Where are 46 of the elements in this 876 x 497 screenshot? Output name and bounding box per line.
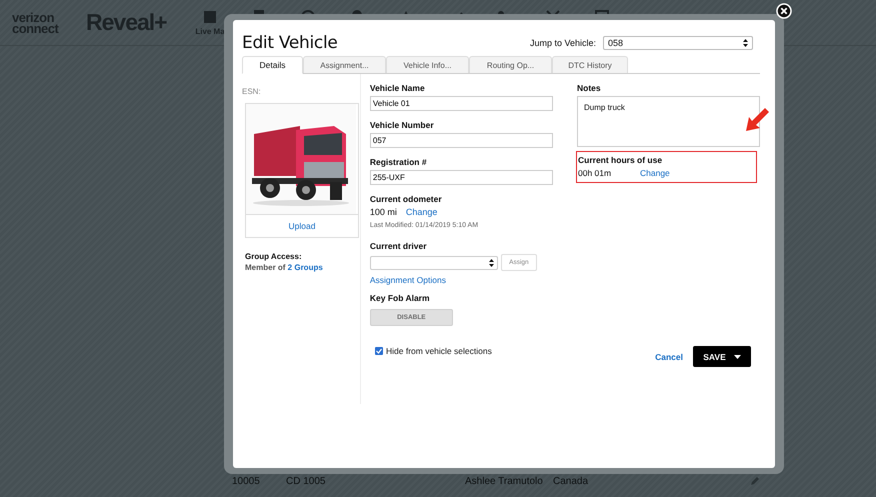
field-label: Current odometer [370, 194, 443, 204]
field-label: Vehicle Number [370, 120, 435, 130]
upload-link[interactable]: Upload [246, 214, 358, 237]
cancel-button[interactable]: Cancel [655, 352, 693, 362]
driver-select[interactable] [370, 256, 498, 270]
checkbox-label: Hide from vehicle selections [386, 346, 492, 356]
dialog-title: Edit Vehicle [242, 32, 338, 52]
text-field[interactable]: 255-UXF [370, 170, 553, 185]
field-label: Vehicle Name [370, 83, 426, 93]
checkbox[interactable] [375, 347, 383, 355]
change-link[interactable]: Change [640, 168, 670, 178]
field-label: Registration # [370, 157, 428, 167]
table-cell: Canada [553, 476, 588, 487]
change-link[interactable]: Change [406, 207, 438, 217]
tab[interactable]: Details [242, 56, 303, 74]
field-label: Notes [577, 83, 602, 93]
tab[interactable]: Assignment... [303, 56, 386, 73]
hours-value: 00h 01m [578, 168, 612, 178]
field-label: Key Fob Alarm [370, 293, 431, 303]
table-cell: Ashlee Tramutolo [465, 476, 543, 487]
map-icon[interactable] [202, 9, 218, 25]
groups-link[interactable]: 2 Groups [288, 263, 323, 272]
tab[interactable]: DTC History [552, 56, 628, 73]
notes-field[interactable]: Dump truck [577, 96, 760, 147]
group-membership-text: Member of 2 Groups [245, 263, 324, 272]
assignment-options-link[interactable]: Assignment Options [370, 275, 560, 285]
odometer-value: 100 mi [370, 207, 397, 217]
pencil-icon[interactable] [750, 476, 760, 486]
tab[interactable]: Vehicle Info... [386, 56, 469, 73]
table-cell: 10005 [232, 476, 260, 487]
tab[interactable]: Routing Op... [469, 56, 552, 73]
group-access-label: Group Access: [245, 252, 303, 261]
esn-label: ESN: [242, 87, 262, 96]
text-field[interactable]: Vehicle 01 [370, 96, 553, 111]
save-button[interactable]: SAVE [693, 346, 751, 367]
vehicle-select[interactable]: 058 [603, 36, 753, 50]
close-icon[interactable] [776, 3, 792, 19]
updown-icon [488, 258, 494, 266]
table-cell: CD 1005 [286, 476, 326, 487]
jump-label: Jump to Vehicle: [530, 38, 596, 48]
field-label: Current hours of use [578, 155, 664, 165]
field-label: Current driver [370, 241, 428, 251]
caret-icon [734, 354, 741, 358]
text-field[interactable]: 057 [370, 133, 553, 148]
updown-icon [743, 38, 748, 46]
arrow-icon [744, 107, 770, 133]
